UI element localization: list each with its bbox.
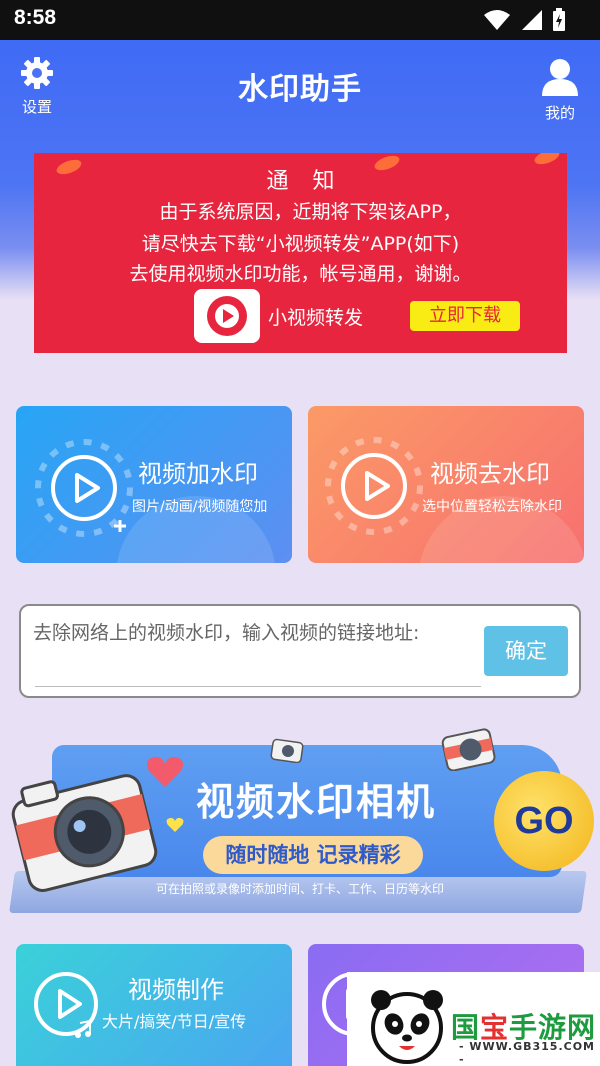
video-url-box: 去除网络上的视频水印，输入视频的链接地址: 确定: [19, 604, 581, 698]
go-button[interactable]: GO: [494, 771, 594, 871]
notice-line: 去使用视频水印功能，帐号通用，谢谢。: [129, 263, 472, 285]
status-icons: [484, 8, 566, 32]
banner-title: 视频水印相机: [196, 780, 437, 824]
input-underline: [35, 686, 481, 687]
signal-icon: [522, 10, 542, 30]
wifi-icon: [484, 10, 510, 30]
camera-icon: [270, 738, 304, 763]
watermark-url: - WWW.GB315.COM -: [459, 1040, 595, 1066]
profile-button[interactable]: 我的: [530, 56, 590, 123]
profile-label: 我的: [544, 104, 575, 122]
panda-logo-icon: [371, 990, 443, 1064]
download-button[interactable]: 立即下载: [410, 301, 520, 331]
banner-pill: 随时随地 记录精彩: [203, 836, 423, 874]
camera-icon: [441, 728, 496, 771]
notice-banner[interactable]: 通知 由于系统原因，近期将下架该APP， 请尽快去下载“小视频转发”APP(如下…: [34, 153, 567, 353]
video-make-card[interactable]: 视频制作 大片/搞笑/节日/宣传: [16, 944, 292, 1066]
status-time: 8:58: [14, 6, 57, 29]
card-subtitle: 大片/搞笑/节日/宣传: [102, 1012, 247, 1031]
card-subtitle: 图片/动画/视频随您加: [132, 499, 268, 515]
status-bar: 8:58: [0, 0, 600, 40]
play-circle-icon: [34, 972, 98, 1036]
site-watermark: 国宝手游网 - WWW.GB315.COM -: [347, 972, 600, 1066]
notice-line: 由于系统原因，近期将下架该APP，: [159, 201, 462, 223]
app-logo: [194, 289, 260, 343]
heart-icon: [166, 817, 184, 833]
banner-subtitle: 可在拍照或录像时添加时间、打卡、工作、日历等水印: [155, 882, 444, 896]
app-name: 小视频转发: [268, 307, 364, 329]
remove-watermark-card[interactable]: 视频去水印 选中位置轻松去除水印: [308, 406, 584, 563]
card-title: 视频去水印: [430, 460, 550, 488]
user-icon: [542, 59, 578, 96]
play-circle-icon: [325, 437, 423, 535]
notice-title: 通知: [266, 169, 359, 194]
heart-icon: [147, 756, 183, 787]
page-title: 水印助手: [238, 72, 362, 107]
card-subtitle: 选中位置轻松去除水印: [422, 499, 562, 515]
confirm-button[interactable]: 确定: [484, 626, 568, 676]
card-title: 视频加水印: [138, 460, 258, 488]
play-circle-icon: [35, 439, 133, 537]
notice-line: 请尽快去下载“小视频转发”APP(如下): [141, 233, 460, 255]
battery-icon: [553, 8, 565, 31]
video-url-input[interactable]: 去除网络上的视频水印，输入视频的链接地址:: [33, 618, 419, 645]
watermark-camera-banner[interactable]: 视频水印相机 随时随地 记录精彩 可在拍照或录像时添加时间、打卡、工作、日历等水…: [0, 715, 600, 920]
camera-icon: [11, 774, 158, 892]
music-note-icon: [75, 1020, 91, 1038]
card-title: 视频制作: [128, 976, 224, 1004]
add-watermark-card[interactable]: 视频加水印 图片/动画/视频随您加: [16, 406, 292, 563]
